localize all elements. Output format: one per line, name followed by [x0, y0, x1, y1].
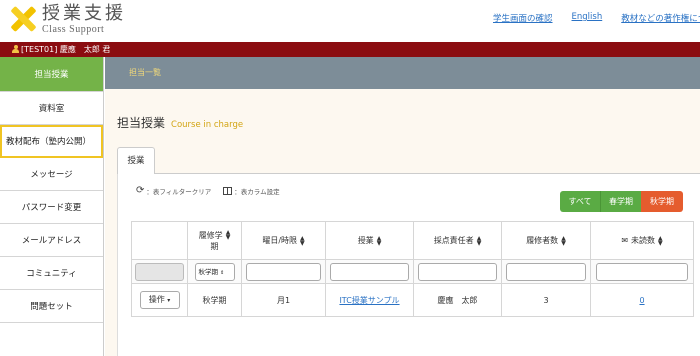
- sidebar-item-messages[interactable]: メッセージ: [0, 158, 103, 191]
- grader-filter-input[interactable]: [418, 262, 497, 281]
- sidebar-item-password[interactable]: パスワード変更: [0, 191, 103, 224]
- actions-label: 操作: [148, 295, 165, 304]
- col-unread-header[interactable]: ✉ 未読数 ▲ ▼: [590, 221, 694, 260]
- sort-icon: ▲ ▼: [376, 234, 382, 247]
- cell-term: 秋学期: [187, 283, 242, 317]
- table-filter-row: 秋学期 ⇕: [131, 259, 694, 284]
- envelope-icon: ✉: [621, 236, 629, 245]
- sidebar-item-email[interactable]: メールアドレス: [0, 224, 103, 257]
- student-view-link[interactable]: 学生画面の確認: [493, 12, 553, 24]
- term-all-button[interactable]: すべて: [560, 191, 600, 212]
- cell-day-period: 月1: [241, 283, 326, 317]
- term-spring-button[interactable]: 春学期: [600, 191, 641, 212]
- unread-filter-input[interactable]: [596, 262, 688, 281]
- courses-panel: ⟳ ：表フィルタークリア ：表カラム設定 すべて 春学期 秋学期 履修学 ▲ ▼ 期…: [117, 174, 700, 356]
- col-term-label-2: 期: [210, 241, 219, 251]
- select-arrows-icon: ⇕: [220, 269, 225, 276]
- filter-disabled-box: [134, 262, 185, 281]
- breadcrumb-label[interactable]: 担当一覧: [129, 68, 161, 77]
- term-filter: すべて 春学期 秋学期: [560, 191, 683, 212]
- copyright-link[interactable]: 教材などの著作権につ: [621, 12, 700, 24]
- tab-strip: 授業: [117, 147, 700, 175]
- english-link[interactable]: English: [572, 12, 603, 24]
- course-link[interactable]: ITC授業サンプル: [339, 296, 399, 305]
- col-term-label-1: 履修学: [198, 230, 223, 240]
- col-course-label: 授業: [357, 236, 374, 245]
- sidebar-item-material-distribution[interactable]: 教材配布（塾内公開）: [0, 125, 103, 158]
- table-header-row: 履修学 ▲ ▼ 期 曜日/時限 ▲ ▼ 授業 ▲ ▼ 採点責任者 ▲ ▼ 履修者数 ▲ ▼ ✉ 未読数…: [131, 221, 694, 260]
- table-toolbar: ⟳ ：表フィルタークリア ：表カラム設定: [136, 185, 280, 196]
- main-content: 担当一覧 担当授業 Course in charge 授業 ⟳ ：表フィルタークリ…: [105, 57, 700, 356]
- page-title: 担当授業 Course in charge: [117, 114, 243, 131]
- sidebar-item-library[interactable]: 資料室: [0, 92, 103, 125]
- cell-enrolled: 3: [501, 283, 591, 317]
- col-grader-header[interactable]: 採点責任者 ▲ ▼: [413, 221, 502, 260]
- table-row: 操作 ▾ 秋学期 月1 ITC授業サンプル 慶應 太郎 3 0: [131, 283, 694, 317]
- logo-title: 授業支援: [42, 3, 126, 24]
- col-enrolled-label: 履修者数: [526, 236, 559, 245]
- user-bar: [TEST01] 慶應 太郎 君: [0, 42, 700, 57]
- tab-courses[interactable]: 授業: [117, 147, 155, 175]
- col-unread-label: 未読数: [631, 236, 656, 245]
- caret-down-icon: ▾: [167, 297, 171, 304]
- columns-icon[interactable]: [223, 186, 233, 195]
- courses-table: 履修学 ▲ ▼ 期 曜日/時限 ▲ ▼ 授業 ▲ ▼ 採点責任者 ▲ ▼ 履修者数 ▲ ▼ ✉ 未読数…: [131, 221, 694, 317]
- refresh-icon[interactable]: ⟳: [136, 185, 144, 196]
- sidebar: 担当授業 資料室 教材配布（塾内公開） メッセージ パスワード変更 メールアドレ…: [0, 57, 104, 356]
- day-period-filter-input[interactable]: [246, 262, 321, 281]
- col-actions-header: [131, 221, 188, 260]
- sort-icon: ▲ ▼: [561, 234, 566, 247]
- col-course-header[interactable]: 授業 ▲ ▼: [325, 221, 414, 260]
- sidebar-item-courses[interactable]: 担当授業: [0, 57, 103, 92]
- course-filter-input[interactable]: [330, 262, 409, 281]
- sort-icon: ▲ ▼: [658, 234, 663, 247]
- clear-filter-label[interactable]: ：表フィルタークリア: [146, 186, 211, 196]
- col-day-period-header[interactable]: 曜日/時限 ▲ ▼: [241, 221, 326, 260]
- header: 授業支援 Class Support 学生画面の確認 English 教材などの…: [0, 0, 700, 42]
- col-enrolled-header[interactable]: 履修者数 ▲ ▼: [501, 221, 591, 260]
- sidebar-item-community[interactable]: コミュニティ: [0, 257, 103, 290]
- column-settings-label[interactable]: ：表カラム設定: [234, 186, 279, 196]
- sort-icon: ▲ ▼: [300, 234, 305, 247]
- col-grader-label: 採点責任者: [433, 236, 474, 245]
- person-icon: [12, 45, 19, 53]
- user-name: [TEST01] 慶應 太郎 君: [21, 45, 111, 54]
- logo-x-icon: [8, 4, 38, 34]
- logo-subtitle: Class Support: [42, 24, 105, 35]
- cell-grader: 慶應 太郎: [413, 283, 502, 317]
- col-day-period-label: 曜日/時限: [262, 236, 298, 245]
- term-filter-select[interactable]: 秋学期 ⇕: [194, 262, 235, 281]
- enrolled-filter-input[interactable]: [506, 262, 586, 281]
- unread-count-link[interactable]: 0: [639, 296, 644, 305]
- col-term-header[interactable]: 履修学 ▲ ▼ 期: [187, 221, 242, 260]
- page-title-text: 担当授業: [117, 116, 166, 130]
- logo[interactable]: 授業支援 Class Support: [8, 4, 126, 35]
- sidebar-item-question-sets[interactable]: 問題セット: [0, 290, 103, 323]
- term-fall-button[interactable]: 秋学期: [641, 191, 683, 212]
- term-filter-value: 秋学期: [198, 267, 219, 276]
- sort-icon: ▲ ▼: [476, 234, 482, 247]
- sort-icon: ▲ ▼: [225, 229, 231, 241]
- actions-dropdown-button[interactable]: 操作 ▾: [139, 291, 180, 309]
- top-links: 学生画面の確認 English 教材などの著作権につ: [493, 12, 700, 24]
- page-title-en: Course in charge: [171, 120, 244, 130]
- breadcrumb: 担当一覧: [105, 57, 700, 89]
